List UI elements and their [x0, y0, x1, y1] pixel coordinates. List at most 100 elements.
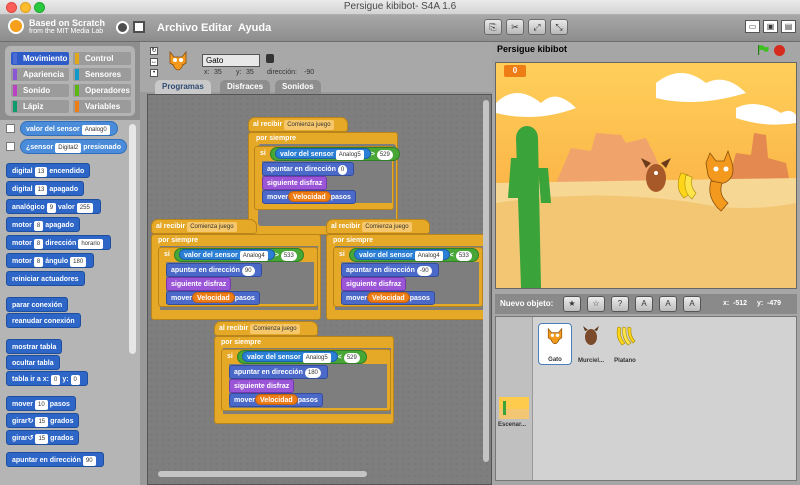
direction-dropdown[interactable]: -90 — [416, 266, 432, 276]
shrink-tool-icon[interactable]: ⤡ — [550, 19, 568, 35]
sensor-value-checkbox[interactable] — [6, 124, 15, 133]
category-movimiento[interactable]: Movimiento — [11, 52, 69, 65]
lock-icon[interactable] — [266, 54, 274, 63]
next-costume-block[interactable]: siguiente disfraz — [262, 176, 328, 190]
direction-dropdown[interactable]: horario — [78, 239, 103, 249]
palette-reset-actuators-block[interactable]: reiniciar actuadores — [6, 271, 85, 286]
tab-sonidos[interactable]: Sonidos — [275, 80, 321, 94]
threshold-input[interactable]: 533 — [455, 251, 472, 261]
event-dropdown[interactable]: Comienza juego — [187, 222, 237, 232]
pin-dropdown[interactable]: 9 — [46, 203, 57, 213]
sprite-tile-gato[interactable]: Gato — [538, 323, 572, 365]
pin-dropdown[interactable]: 13 — [34, 167, 48, 177]
move-steps-block[interactable]: mover Velocidad pasos — [229, 393, 323, 407]
next-costume-block[interactable]: siguiente disfraz — [341, 277, 407, 291]
threshold-input[interactable]: 529 — [376, 150, 393, 160]
point-direction-block[interactable]: apuntar en dirección -90 — [341, 263, 439, 277]
compare-operator-block[interactable]: valor del sensor Analog4 <533 — [349, 248, 479, 262]
palette-point-direction-block[interactable]: apuntar en dirección 90 — [6, 452, 104, 467]
palette-move-block[interactable]: mover 10 pasos — [6, 396, 76, 411]
rotate-style-icon[interactable]: ↻ — [150, 47, 158, 55]
category-sonido[interactable]: Sonido — [11, 84, 69, 97]
palette-show-table-block[interactable]: mostrar tabla — [6, 339, 63, 354]
arduino-board-icon[interactable]: A — [635, 296, 653, 312]
delete-tool-icon[interactable]: ✂ — [506, 19, 524, 35]
palette-table-goto-block[interactable]: tabla ir a x: 0 y: 0 — [6, 371, 88, 386]
velocidad-variable[interactable]: Velocidad — [367, 292, 410, 303]
palette-scrollbar[interactable] — [129, 124, 136, 354]
duplicate-tool-icon[interactable]: ⎘ — [484, 19, 502, 35]
menu-archivo[interactable]: Archivo — [157, 22, 198, 34]
when-receive-hat-block[interactable]: al recibir Comienza juego — [248, 117, 348, 132]
script-canvas[interactable]: al recibir Comienza juego por siempre si … — [147, 94, 492, 485]
palette-turn-ccw-block[interactable]: girar↺ 15 grados — [6, 430, 80, 445]
sprite-name-field[interactable]: Gato — [202, 54, 260, 67]
arduino-board-2-icon[interactable]: A — [659, 296, 677, 312]
category-operadores[interactable]: Operadores — [73, 84, 131, 97]
value-input[interactable]: 255 — [76, 203, 93, 213]
stage-canvas[interactable]: 0 — [495, 62, 797, 289]
compare-operator-block[interactable]: valor del sensor Analog5 >529 — [270, 147, 400, 161]
sprite-tile-platano[interactable]: Platano — [608, 323, 642, 365]
sensor-reporter-block[interactable]: valor del sensor Analog4 — [354, 249, 450, 261]
normal-stage-view-icon[interactable]: ▣ — [763, 20, 778, 33]
when-receive-hat-block[interactable]: al recibir Comienza juego — [214, 321, 318, 336]
palette-motor-angle-block[interactable]: motor 8 ángulo 180 — [6, 253, 95, 268]
when-receive-hat-block[interactable]: al recibir Comienza juego — [326, 219, 430, 234]
degrees-input[interactable]: 15 — [35, 417, 49, 427]
globe-language-icon[interactable] — [116, 21, 129, 34]
next-costume-block[interactable]: siguiente disfraz — [166, 277, 232, 291]
palette-motor-direction-block[interactable]: motor 8 dirección horario — [6, 235, 111, 250]
presentation-mode-icon[interactable]: ▤ — [781, 20, 796, 33]
x-input[interactable]: 0 — [50, 375, 61, 385]
random-sprite-icon[interactable]: ? — [611, 296, 629, 312]
category-control[interactable]: Control — [73, 52, 131, 65]
tab-programas[interactable]: Programas — [155, 80, 211, 94]
direction-dropdown[interactable]: 90 — [82, 456, 96, 466]
sensor-dropdown[interactable]: Analog5 — [302, 353, 331, 363]
sensor-reporter-block[interactable]: valor del sensor Analog4 — [179, 249, 275, 261]
flip-style-icon[interactable]: ↔ — [150, 58, 158, 66]
sensor-reporter-block[interactable]: valor del sensor Analog5 — [242, 351, 338, 363]
paint-new-sprite-icon[interactable]: ★ — [563, 296, 581, 312]
choose-sprite-file-icon[interactable]: ☆ — [587, 296, 605, 312]
palette-analog-block[interactable]: analógico 9 valor 255 — [6, 199, 101, 214]
tab-disfraces[interactable]: Disfraces — [220, 80, 271, 94]
pin-dropdown[interactable]: 8 — [33, 239, 44, 249]
sensor-reporter-block[interactable]: valor del sensor Analog5 — [275, 148, 371, 160]
script-vertical-scrollbar[interactable] — [483, 100, 489, 462]
category-sensores[interactable]: Sensores — [73, 68, 131, 81]
sensor-dropdown[interactable]: Digital2 — [55, 143, 82, 153]
event-dropdown[interactable]: Comienza juego — [250, 324, 300, 334]
palette-sensor-value-block[interactable]: valor del sensor Analog0 — [20, 121, 118, 136]
stage-thumbnail[interactable]: Escenar... — [496, 317, 533, 480]
palette-sensor-pressed-block[interactable]: ¿sensor Digital2 presionado — [20, 139, 127, 154]
palette-turn-cw-block[interactable]: girar↻ 15 grados — [6, 413, 80, 428]
compare-operator-block[interactable]: valor del sensor Analog4 >533 — [174, 248, 304, 262]
sensor-dropdown[interactable]: Analog5 — [335, 150, 364, 160]
threshold-input[interactable]: 533 — [280, 251, 297, 261]
palette-motor-off-block[interactable]: motor 8 apagado — [6, 217, 80, 232]
small-stage-view-icon[interactable]: ▭ — [745, 20, 760, 33]
event-dropdown[interactable]: Comienza juego — [284, 120, 334, 130]
sprite-tile-murcielago[interactable]: Murciel... — [574, 323, 608, 365]
sensor-dropdown[interactable]: Analog4 — [239, 251, 268, 261]
direction-dropdown[interactable]: 0 — [337, 165, 348, 175]
sensor-dropdown[interactable]: Analog0 — [81, 125, 110, 135]
palette-digital-off-block[interactable]: digital 13 apagado — [6, 181, 85, 196]
velocidad-variable[interactable]: Velocidad — [192, 292, 235, 303]
palette-digital-on-block[interactable]: digital 13 encendido — [6, 163, 91, 178]
pin-dropdown[interactable]: 8 — [33, 221, 44, 231]
no-rotate-icon[interactable]: • — [150, 69, 158, 77]
menu-ayuda[interactable]: Ayuda — [238, 22, 271, 34]
degrees-input[interactable]: 15 — [35, 434, 49, 444]
steps-input[interactable]: 10 — [35, 400, 48, 410]
script-horizontal-scrollbar[interactable] — [158, 471, 367, 477]
move-steps-block[interactable]: mover Velocidad pasos — [341, 291, 435, 305]
category-lapiz[interactable]: Lápiz — [11, 100, 69, 113]
compare-operator-block[interactable]: valor del sensor Analog5 <529 — [237, 350, 367, 364]
point-direction-block[interactable]: apuntar en dirección 180 — [229, 365, 328, 379]
category-apariencia[interactable]: Apariencia — [11, 68, 69, 81]
angle-input[interactable]: 180 — [70, 257, 87, 267]
move-steps-block[interactable]: mover Velocidad pasos — [166, 291, 260, 305]
